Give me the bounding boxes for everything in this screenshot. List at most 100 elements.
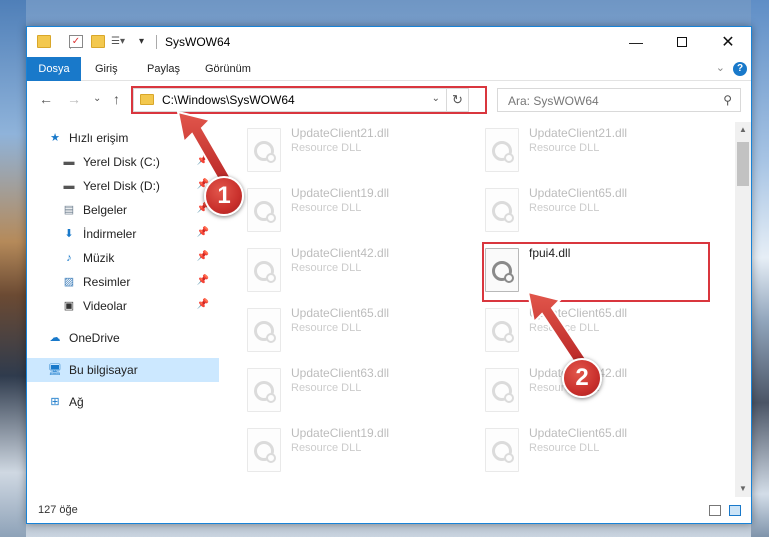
- minimize-icon: —: [629, 34, 643, 50]
- desktop-wallpaper-right: [751, 0, 769, 537]
- file-name: UpdateClient65.dll: [291, 306, 390, 320]
- dll-file-icon: [247, 428, 281, 472]
- desktop-wallpaper-left: [0, 0, 26, 537]
- file-item[interactable]: UpdateClient19.dll Resource DLL: [243, 184, 463, 242]
- minimize-button[interactable]: —: [613, 27, 659, 57]
- file-name: UpdateClient21.dll: [529, 126, 628, 140]
- file-type: Resource DLL: [291, 322, 362, 334]
- file-item[interactable]: UpdateClient65.dll Resource DLL: [481, 424, 701, 482]
- tab-view[interactable]: Görünüm: [195, 57, 261, 81]
- recent-locations-button[interactable]: ⌄: [93, 93, 101, 104]
- sidebar-item-network[interactable]: ⊞ Ağ: [27, 390, 219, 414]
- scroll-up-icon[interactable]: ▲: [735, 122, 751, 138]
- cloud-icon: ☁: [49, 332, 61, 344]
- music-icon: ♪: [66, 252, 72, 264]
- tab-share[interactable]: Paylaş: [137, 57, 190, 81]
- file-item[interactable]: UpdateClient65.dll Resource DLL: [243, 304, 463, 362]
- sidebar-item-this-pc[interactable]: 🖥 Bu bilgisayar: [27, 358, 219, 382]
- document-icon: ▤: [63, 204, 75, 216]
- pin-icon[interactable]: 📌: [197, 299, 209, 310]
- sidebar-item-label: Hızlı erişim: [69, 131, 129, 145]
- forward-button[interactable]: →: [67, 91, 81, 107]
- star-icon: ★: [50, 132, 60, 144]
- vertical-scrollbar[interactable]: ▲ ▼: [735, 122, 751, 497]
- file-item[interactable]: UpdateClient63.dll Resource DLL: [243, 364, 463, 422]
- customize-toolbar-icon[interactable]: ☰▾: [111, 35, 125, 48]
- folder-icon: [37, 35, 51, 48]
- pin-icon[interactable]: 📌: [197, 227, 209, 238]
- sidebar-item-label: İndirmeler: [83, 227, 137, 241]
- sidebar-item-label: Videolar: [83, 299, 127, 313]
- sidebar-item-label: Bu bilgisayar: [69, 363, 138, 377]
- sidebar-item-videos[interactable]: ▣ Videolar 📌: [27, 294, 219, 318]
- close-icon: ✕: [721, 34, 735, 51]
- search-input[interactable]: Ara: SysWOW64: [508, 94, 599, 108]
- file-name: UpdateClient65.dll: [529, 186, 628, 200]
- pin-icon[interactable]: 📌: [197, 275, 209, 286]
- file-item[interactable]: UpdateClient21.dll Resource DLL: [481, 124, 701, 182]
- file-item[interactable]: UpdateClient42.dll Resource DLL: [243, 244, 463, 302]
- file-type: Resource DLL: [529, 322, 600, 334]
- sidebar-item-local-disk-d[interactable]: ▬ Yerel Disk (D:) 📌: [27, 174, 219, 198]
- large-icons-view-icon[interactable]: [729, 505, 741, 516]
- sidebar-item-pictures[interactable]: ▨ Resimler 📌: [27, 270, 219, 294]
- help-icon[interactable]: ?: [733, 62, 747, 76]
- dll-file-icon: [485, 368, 519, 412]
- file-type: Resource DLL: [529, 142, 600, 154]
- scroll-thumb[interactable]: [737, 142, 749, 186]
- pin-icon[interactable]: 📌: [197, 155, 209, 166]
- search-box[interactable]: Ara: SysWOW64 ⚲: [497, 88, 741, 112]
- file-type: Resource DLL: [291, 262, 362, 274]
- file-name: UpdateClient42.dll: [291, 246, 390, 260]
- sidebar-item-downloads[interactable]: ⬇ İndirmeler 📌: [27, 222, 219, 246]
- sidebar-item-label: Yerel Disk (C:): [83, 155, 160, 169]
- sidebar-item-onedrive[interactable]: ☁ OneDrive: [27, 326, 219, 350]
- picture-icon: ▨: [63, 276, 75, 288]
- sidebar-item-quick-access[interactable]: ★ Hızlı erişim: [27, 126, 219, 150]
- close-button[interactable]: ✕: [705, 27, 751, 57]
- new-folder-icon[interactable]: [91, 35, 105, 48]
- sidebar-item-documents[interactable]: ▤ Belgeler 📌: [27, 198, 219, 222]
- file-type: Resource DLL: [529, 442, 600, 454]
- ribbon-tabs: Dosya Giriş Paylaş Görünüm ⌄ ?: [27, 57, 751, 81]
- properties-icon[interactable]: ✓: [69, 35, 83, 48]
- maximize-button[interactable]: [659, 27, 705, 57]
- file-item[interactable]: UpdateClient65.dll Resource DLL: [481, 184, 701, 242]
- scroll-down-icon[interactable]: ▼: [735, 481, 751, 497]
- sidebar-item-label: Müzik: [83, 251, 115, 265]
- file-type: Resource DLL: [291, 442, 362, 454]
- file-type: Resource DLL: [291, 142, 362, 154]
- download-icon: ⬇: [64, 228, 74, 240]
- tab-file[interactable]: Dosya: [27, 57, 81, 81]
- step-1-badge: 1: [204, 176, 244, 216]
- dll-file-icon: [485, 428, 519, 472]
- sidebar-item-label: Yerel Disk (D:): [83, 179, 160, 193]
- search-icon[interactable]: ⚲: [723, 93, 732, 107]
- drive-icon: ▬: [63, 180, 75, 192]
- file-item[interactable]: UpdateClient19.dll Resource DLL: [243, 424, 463, 482]
- expand-ribbon-icon[interactable]: ⌄: [716, 61, 725, 74]
- title-separator: [156, 35, 157, 49]
- toolbar-dropdown-icon[interactable]: ▾: [139, 35, 153, 48]
- pin-icon[interactable]: 📌: [197, 251, 209, 262]
- sidebar-item-label: Belgeler: [83, 203, 128, 217]
- sidebar-item-music[interactable]: ♪ Müzik 📌: [27, 246, 219, 270]
- tab-home[interactable]: Giriş: [85, 57, 128, 81]
- sidebar-item-local-disk-c[interactable]: ▬ Yerel Disk (C:) 📌: [27, 150, 219, 174]
- back-button[interactable]: ←: [39, 91, 53, 107]
- item-count: 127 öğe: [38, 504, 78, 516]
- file-item[interactable]: UpdateClient21.dll Resource DLL: [243, 124, 463, 182]
- dll-file-icon: [247, 308, 281, 352]
- network-icon: ⊞: [50, 396, 60, 408]
- sidebar-item-label: Ağ: [69, 395, 84, 409]
- file-name: UpdateClient63.dll: [291, 366, 390, 380]
- dll-file-icon: [247, 128, 281, 172]
- title-bar: ✓ ☰▾ ▾ SysWOW64 — ✕: [27, 27, 751, 57]
- file-highlight: [482, 242, 710, 302]
- computer-icon: 🖥: [48, 364, 62, 376]
- file-name: UpdateClient19.dll: [291, 186, 390, 200]
- up-button[interactable]: ↑: [113, 91, 120, 107]
- details-view-icon[interactable]: [709, 505, 721, 516]
- file-item[interactable]: UpdateClient65.dll Resource DLL: [481, 304, 701, 362]
- dll-file-icon: [485, 188, 519, 232]
